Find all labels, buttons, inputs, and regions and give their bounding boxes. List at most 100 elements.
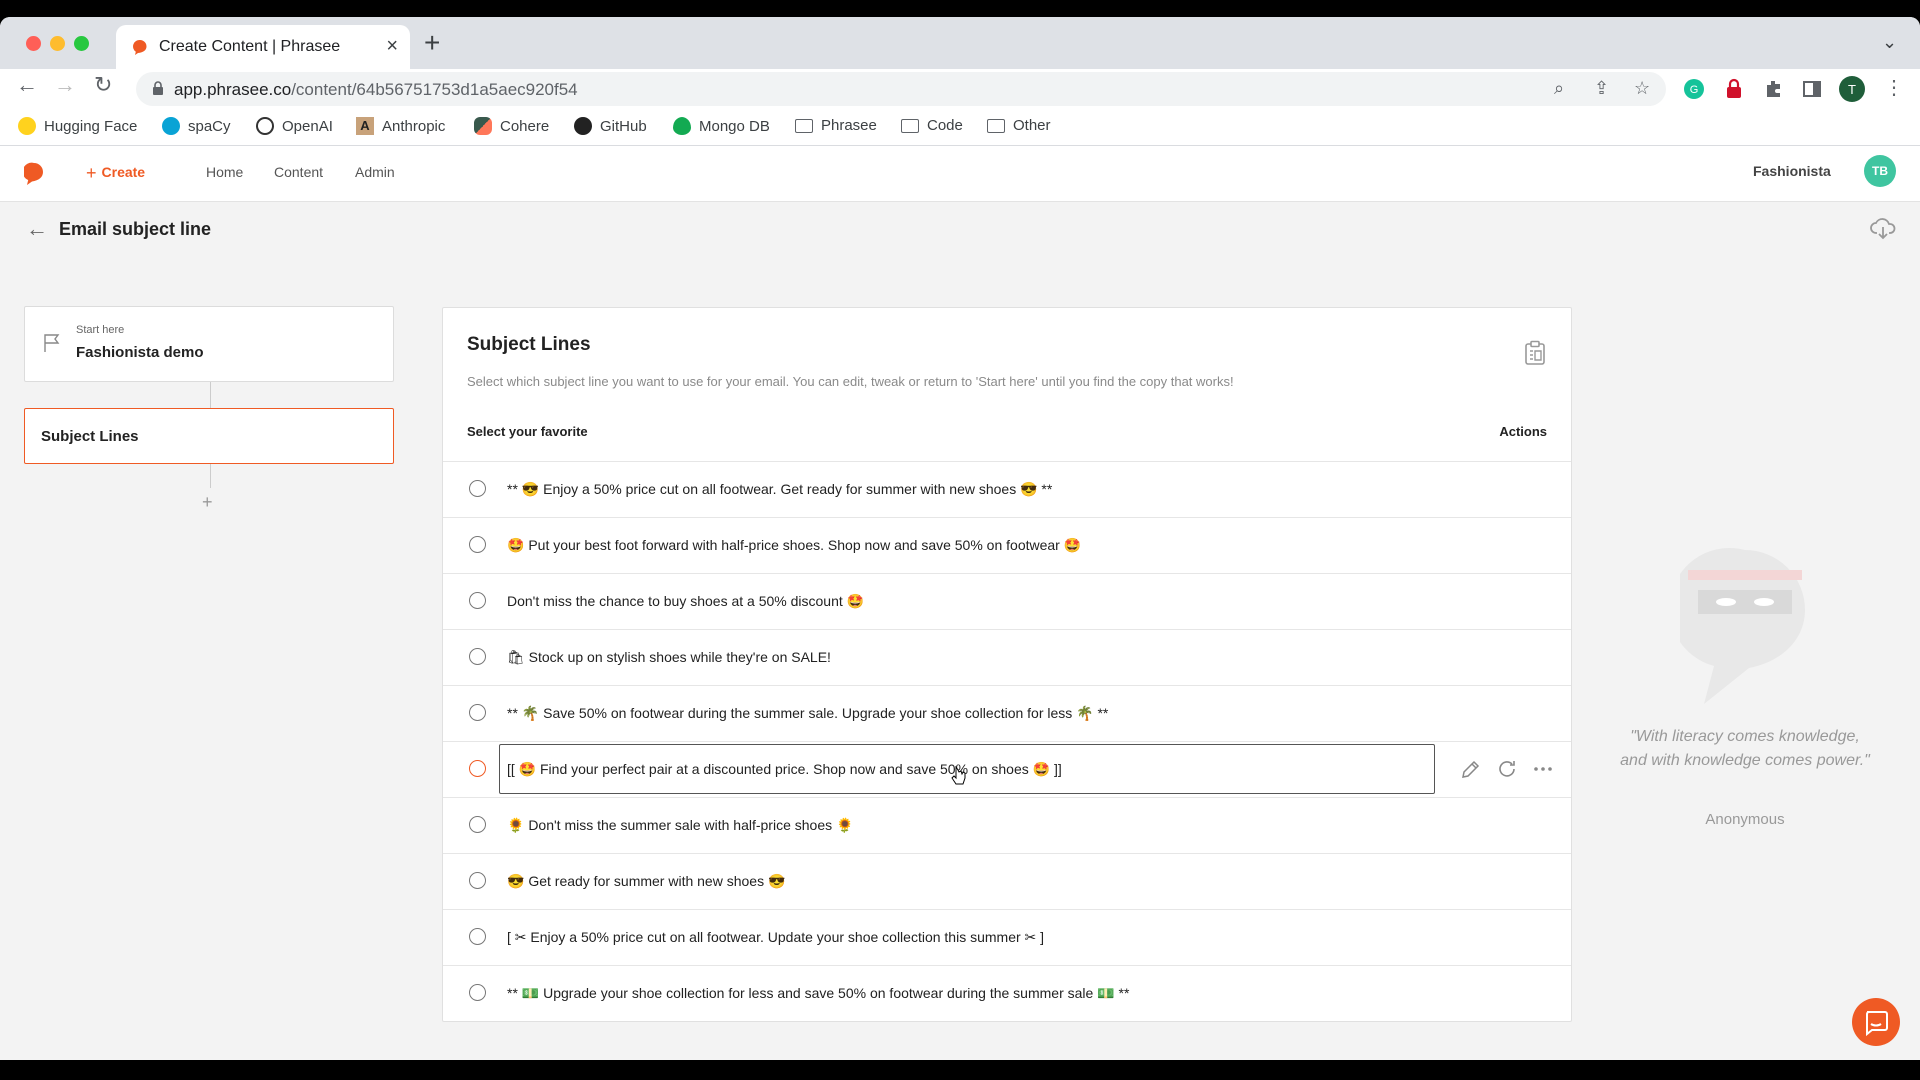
zoom-icon[interactable]: ⌕	[1554, 78, 1564, 99]
list-item[interactable]: 🤩 Put your best foot forward with half-p…	[443, 517, 1571, 573]
bookmark-label: spaCy	[188, 117, 231, 135]
close-tab-icon[interactable]: ×	[386, 35, 398, 58]
flow-step-label: Subject Lines	[41, 428, 139, 445]
create-label: Create	[101, 164, 146, 180]
subject-line-text: 🌻 Don't miss the summer sale with half-p…	[507, 817, 854, 833]
bookmark-mongodb[interactable]: Mongo DB	[673, 117, 770, 135]
minimize-window-button[interactable]	[50, 36, 65, 51]
subject-line-text: ** 💵 Upgrade your shoe collection for le…	[507, 985, 1130, 1001]
bookmark-github[interactable]: GitHub	[574, 117, 647, 135]
close-window-button[interactable]	[26, 36, 41, 51]
list-item[interactable]: 🛍 Stock up on stylish shoes while they'r…	[443, 629, 1571, 685]
forward-icon[interactable]: →	[54, 72, 76, 98]
share-icon[interactable]: ⇪	[1594, 78, 1609, 99]
bookmark-spacy[interactable]: spaCy	[162, 117, 231, 135]
subject-lines-panel: Subject Lines Select which subject line …	[442, 307, 1572, 1022]
flow-start-card[interactable]: Start here Fashionista demo	[24, 306, 394, 382]
select-favorite-header: Select your favorite	[467, 424, 588, 439]
grammarly-extension-icon[interactable]: G	[1682, 77, 1706, 101]
select-radio[interactable]	[469, 928, 486, 945]
openai-icon	[256, 117, 274, 135]
back-icon[interactable]: ←	[16, 72, 38, 98]
hugging-face-icon	[18, 117, 36, 135]
browser-menu-icon[interactable]: ⋮	[1884, 75, 1904, 100]
back-arrow-icon[interactable]: ←	[26, 216, 48, 242]
ninja-illustration-icon	[1680, 548, 1805, 704]
select-radio[interactable]	[469, 984, 486, 1001]
bookmark-label: Other	[1013, 117, 1051, 134]
password-manager-icon[interactable]	[1722, 77, 1746, 101]
address-bar[interactable]: app.phrasee.co/content/64b56751753d1a5ae…	[136, 72, 1666, 106]
side-panel-icon[interactable]	[1800, 77, 1824, 101]
avatar[interactable]: TB	[1864, 155, 1896, 187]
bookmark-hugging-face[interactable]: Hugging Face	[18, 117, 137, 135]
tab-search-chevron-icon[interactable]: ⌄	[1882, 32, 1897, 53]
bookmark-label: Code	[927, 117, 963, 134]
actions-header: Actions	[1499, 424, 1547, 439]
github-icon	[574, 117, 592, 135]
bookmark-folder-phrasee[interactable]: Phrasee	[795, 117, 877, 134]
svg-text:G: G	[1690, 84, 1699, 96]
bookmark-cohere[interactable]: Cohere	[474, 117, 549, 135]
bookmark-folder-code[interactable]: Code	[901, 117, 963, 134]
list-item[interactable]: Don't miss the chance to buy shoes at a …	[443, 573, 1571, 629]
chat-icon	[1866, 1011, 1888, 1037]
anthropic-icon: A	[356, 117, 374, 135]
list-item[interactable]: ** 😎 Enjoy a 50% price cut on all footwe…	[443, 461, 1571, 517]
list-item[interactable]: ** 🌴 Save 50% on footwear during the sum…	[443, 685, 1571, 741]
select-radio[interactable]	[469, 704, 486, 721]
add-step-button[interactable]: +	[202, 492, 213, 513]
regenerate-icon[interactable]	[1495, 757, 1519, 781]
bookmarks-bar: Hugging Face spaCy OpenAI A Anthropic Coh…	[0, 108, 1920, 146]
select-radio[interactable]	[469, 816, 486, 833]
new-tab-icon[interactable]: +	[424, 27, 440, 59]
cloud-download-icon[interactable]	[1870, 216, 1896, 240]
flow-connector	[210, 464, 211, 488]
clipboard-icon[interactable]	[1523, 340, 1547, 366]
extensions-puzzle-icon[interactable]	[1762, 77, 1786, 101]
select-radio[interactable]	[469, 536, 486, 553]
quote-text: "With literacy comes knowledge, and with…	[1620, 728, 1870, 769]
bookmark-star-icon[interactable]: ☆	[1634, 78, 1650, 99]
browser-tab[interactable]: Create Content | Phrasee ×	[116, 25, 410, 69]
select-radio[interactable]	[469, 760, 486, 777]
folder-icon	[987, 118, 1005, 133]
profile-avatar-icon[interactable]: T	[1838, 75, 1866, 103]
list-item-active[interactable]: [[ 🤩 Find your perfect pair at a discoun…	[443, 741, 1571, 797]
phrasee-logo-icon[interactable]	[24, 162, 44, 186]
select-radio[interactable]	[469, 480, 486, 497]
list-item[interactable]: 😎 Get ready for summer with new shoes 😎	[443, 853, 1571, 909]
select-radio[interactable]	[469, 872, 486, 889]
flow-connector	[210, 382, 211, 408]
bookmark-label: Mongo DB	[699, 117, 770, 135]
subject-line-text[interactable]: [[ 🤩 Find your perfect pair at a discoun…	[507, 761, 1062, 778]
select-radio[interactable]	[469, 648, 486, 665]
create-button[interactable]: + Create	[86, 163, 145, 184]
edit-pencil-icon[interactable]	[1459, 757, 1483, 781]
quote-author: Anonymous	[1705, 811, 1785, 828]
nav-admin[interactable]: Admin	[355, 164, 395, 180]
flow-step-subject-lines[interactable]: Subject Lines	[24, 408, 394, 464]
list-item[interactable]: 🌻 Don't miss the summer sale with half-p…	[443, 797, 1571, 853]
reload-icon[interactable]: ↻	[94, 72, 112, 98]
subject-line-text: 😎 Get ready for summer with new shoes 😎	[507, 873, 786, 889]
bookmark-openai[interactable]: OpenAI	[256, 117, 333, 135]
chat-button[interactable]	[1852, 998, 1900, 1046]
account-name[interactable]: Fashionista	[1753, 163, 1831, 179]
maximize-window-button[interactable]	[74, 36, 89, 51]
bookmark-anthropic[interactable]: A Anthropic	[356, 117, 445, 135]
subject-line-text: ** 🌴 Save 50% on footwear during the sum…	[507, 705, 1109, 721]
bookmark-folder-other[interactable]: Other	[987, 117, 1051, 134]
mouse-pointer-icon	[951, 766, 966, 785]
list-item[interactable]: ** 💵 Upgrade your shoe collection for le…	[443, 965, 1571, 1021]
url-text: app.phrasee.co/content/64b56751753d1a5ae…	[174, 80, 578, 100]
folder-icon	[901, 118, 919, 133]
list-item[interactable]: [ ✂ Enjoy a 50% price cut on all footwea…	[443, 909, 1571, 965]
url-path: /content/64b56751753d1a5aec920f54	[291, 80, 578, 99]
nav-content[interactable]: Content	[274, 164, 323, 180]
subject-line-text: Don't miss the chance to buy shoes at a …	[507, 593, 865, 609]
nav-home[interactable]: Home	[206, 164, 243, 180]
more-options-icon[interactable]	[1531, 757, 1555, 781]
spacy-icon	[162, 117, 180, 135]
select-radio[interactable]	[469, 592, 486, 609]
